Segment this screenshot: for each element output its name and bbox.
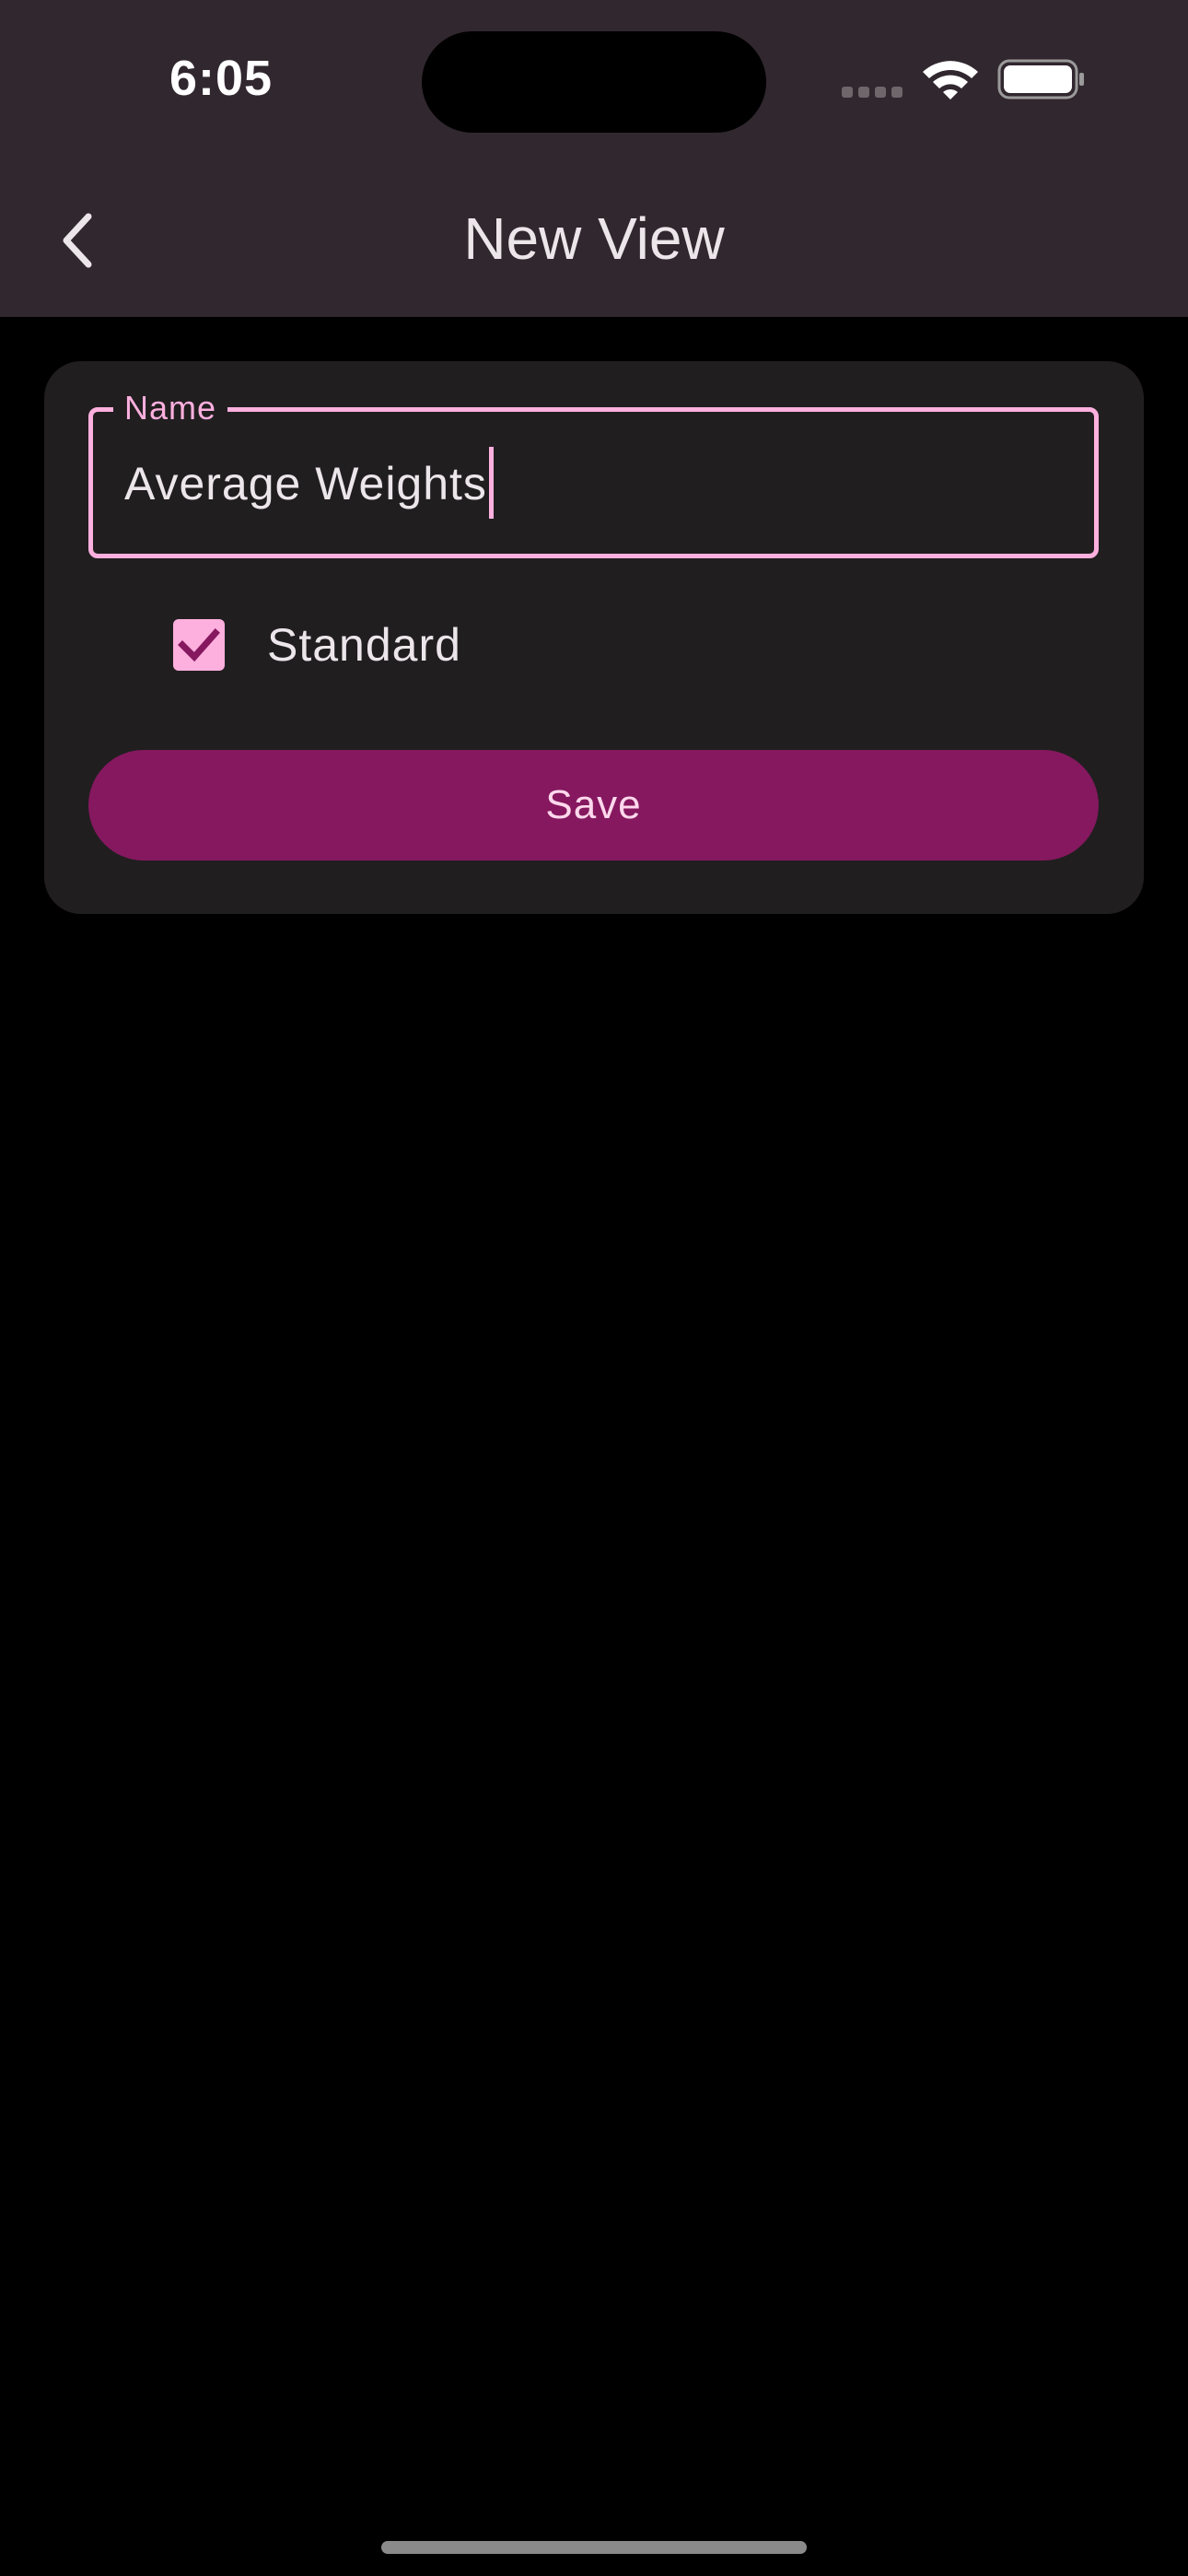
standard-checkbox-label: Standard: [267, 619, 461, 671]
standard-checkbox-row[interactable]: Standard: [125, 601, 678, 689]
name-field-label: Name: [113, 386, 228, 430]
new-view-form-card: Name Average Weights Standard Save: [44, 361, 1144, 914]
standard-checkbox[interactable]: [173, 619, 225, 671]
checkmark-icon: [178, 628, 220, 662]
status-time: 6:05: [169, 51, 274, 106]
cellular-signal-icon: [842, 87, 904, 98]
save-button[interactable]: Save: [88, 750, 1099, 861]
home-indicator[interactable]: [381, 2541, 807, 2554]
name-field[interactable]: Name Average Weights: [88, 386, 1099, 558]
app-bar: New View: [0, 162, 1188, 317]
battery-icon: [997, 59, 1086, 100]
save-button-label: Save: [545, 782, 642, 827]
status-bar: 6:05: [0, 0, 1188, 162]
text-cursor: [489, 447, 494, 519]
page-title: New View: [463, 205, 725, 272]
dynamic-island: [422, 31, 766, 133]
name-field-value[interactable]: Average Weights: [124, 456, 487, 511]
wifi-icon: [921, 57, 980, 101]
